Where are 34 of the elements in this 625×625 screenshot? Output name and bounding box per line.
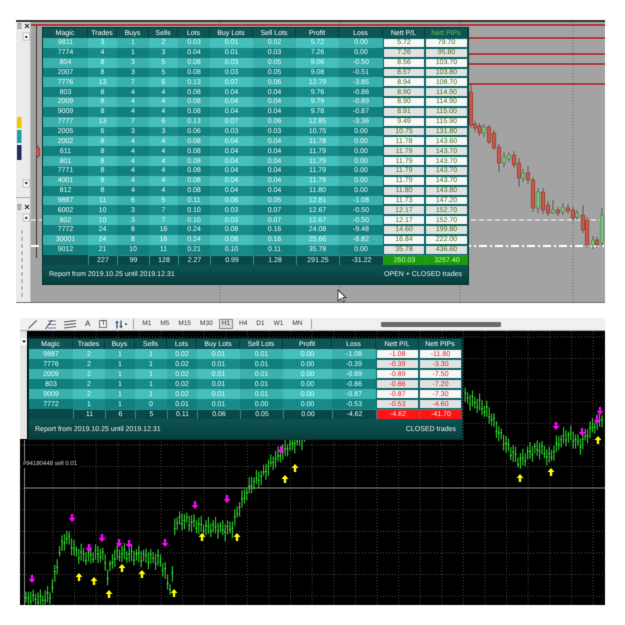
parallel-lines-icon[interactable]	[64, 320, 76, 328]
grip-icon	[18, 23, 22, 29]
up-arrow-icon	[170, 589, 178, 597]
text-tool-button[interactable]: A	[84, 320, 92, 328]
down-arrow-icon	[162, 539, 168, 547]
up-arrow-icon	[516, 474, 524, 482]
levels-icon[interactable]	[45, 320, 56, 328]
scrollbar-thumb[interactable]	[380, 322, 500, 326]
down-arrow-icon	[224, 495, 230, 503]
color-swatch-icon	[17, 130, 22, 143]
up-arrow-icon	[594, 436, 602, 444]
up-arrow-icon	[234, 533, 240, 541]
scroll-up-icon[interactable]	[22, 214, 30, 222]
up-arrow-icon	[118, 564, 126, 572]
line-tool-icon[interactable]	[28, 320, 37, 328]
scroll-up-icon[interactable]	[22, 32, 30, 40]
down-arrow-icon	[28, 575, 36, 583]
grip-icon	[18, 204, 22, 210]
up-arrow-icon	[548, 468, 554, 476]
down-arrow-icon	[192, 501, 198, 509]
up-arrow-icon	[198, 533, 206, 541]
down-arrow-icon	[552, 422, 560, 430]
close-icon[interactable]	[24, 24, 30, 28]
down-arrow-icon	[278, 446, 284, 454]
triangle-toggle-icon[interactable]	[21, 338, 27, 345]
color-swatch-icon	[17, 145, 22, 160]
close-icon[interactable]	[24, 204, 30, 210]
arrows-dropdown-icon[interactable]	[115, 320, 128, 328]
color-swatch-icon	[17, 117, 22, 128]
cursor-icon	[338, 289, 347, 302]
scroll-down-icon[interactable]	[22, 180, 30, 188]
candlestick	[36, 144, 40, 158]
down-arrow-icon	[68, 514, 76, 522]
up-arrow-icon	[138, 570, 146, 578]
